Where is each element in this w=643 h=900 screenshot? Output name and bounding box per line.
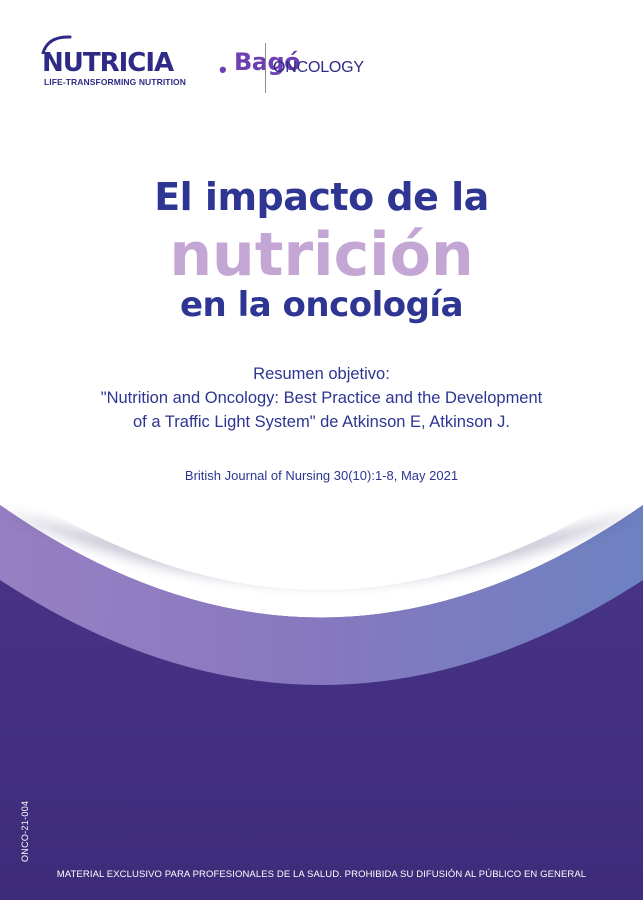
title-line-3: en la oncología [179,285,464,325]
document-code: ONCO-21-004 [20,800,30,862]
title-line-2: nutrición [169,220,474,290]
logo-divider [265,43,266,93]
summary-title-line-1: "Nutrition and Oncology: Best Practice a… [100,389,543,407]
title-line-1: El impacto de la [154,175,489,219]
summary-label: Resumen objetivo: [253,365,390,383]
document-cover: NUTRICIA LIFE-TRANSFORMING NUTRITION • B… [0,0,643,900]
summary-title-line-2: of a Traffic Light System" de Atkinson E… [133,413,510,431]
nutricia-logo-text: NUTRICIA [42,48,174,78]
nutricia-tagline: LIFE-TRANSFORMING NUTRITION [44,77,186,87]
legal-disclaimer: MATERIAL EXCLUSIVO PARA PROFESIONALES DE… [56,869,587,880]
oncology-label: ONCOLOGY [273,59,364,76]
logo-separator: • [219,57,227,82]
cover-background [0,0,643,900]
journal-citation: British Journal of Nursing 30(10):1-8, M… [184,468,459,483]
